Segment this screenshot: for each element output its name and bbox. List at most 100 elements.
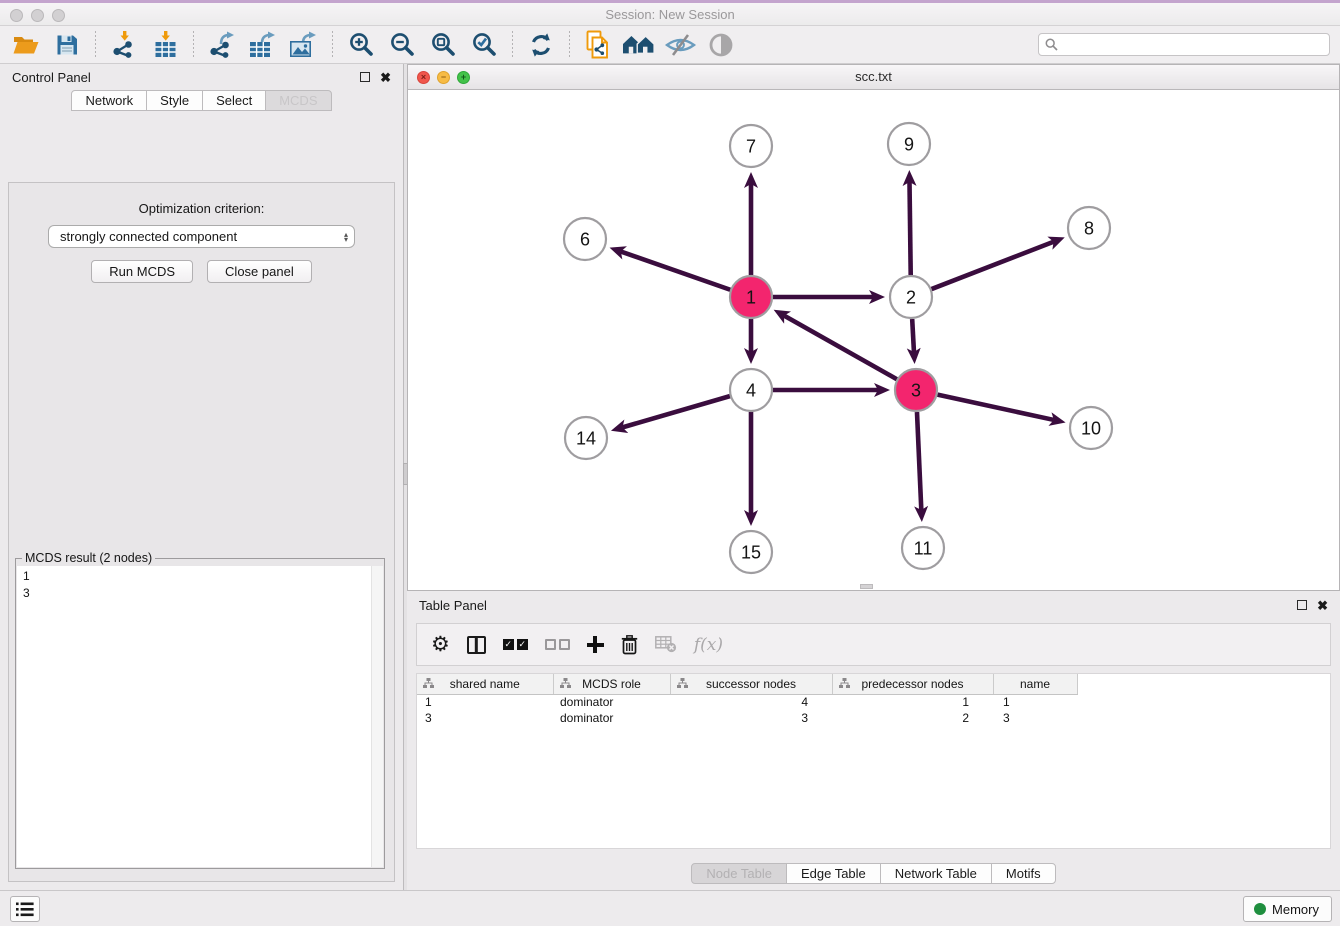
edge-2-3[interactable] <box>912 319 914 352</box>
edge-3-11[interactable] <box>917 412 921 510</box>
tab-select[interactable]: Select <box>202 90 266 111</box>
column-header-name[interactable]: name <box>993 674 1077 694</box>
network-window-titlebar[interactable]: × − + scc.txt <box>408 65 1339 90</box>
show-all-button[interactable] <box>705 29 737 61</box>
status-bar: Memory <box>0 890 1340 926</box>
tab-style[interactable]: Style <box>146 90 203 111</box>
edge-2-8[interactable] <box>932 242 1054 289</box>
svg-text:1: 1 <box>746 287 756 307</box>
import-network-button[interactable] <box>108 29 140 61</box>
column-header-mcds-role[interactable]: MCDS role <box>553 674 670 694</box>
show-columns-button[interactable] <box>467 630 486 660</box>
table-row[interactable]: 1dominator411 <box>417 694 1330 710</box>
criterion-dropdown[interactable]: strongly connected component ▴▾ <box>48 225 355 248</box>
column-header-predecessor-nodes[interactable]: predecessor nodes <box>832 674 993 694</box>
node-14[interactable]: 14 <box>565 417 607 459</box>
node-2[interactable]: 2 <box>890 276 932 318</box>
zoom-in-button[interactable] <box>345 29 377 61</box>
search-input[interactable] <box>1063 38 1323 52</box>
node-8[interactable]: 8 <box>1068 207 1110 249</box>
first-neighbors-button[interactable] <box>623 29 655 61</box>
node-7[interactable]: 7 <box>730 125 772 167</box>
add-row-button[interactable] <box>587 630 604 660</box>
float-panel-icon[interactable] <box>360 72 370 82</box>
import-table-button[interactable] <box>149 29 181 61</box>
float-table-panel-icon[interactable] <box>1297 600 1307 610</box>
node-1[interactable]: 1 <box>730 276 772 318</box>
export-table-icon <box>248 31 278 58</box>
tab-network[interactable]: Network <box>71 90 147 111</box>
zoom-fit-button[interactable] <box>427 29 459 61</box>
search-box[interactable] <box>1038 33 1330 56</box>
edge-3-10[interactable] <box>937 395 1053 420</box>
shared-column-icon <box>839 678 850 692</box>
column-header-successor-nodes[interactable]: successor nodes <box>670 674 832 694</box>
delete-column-button[interactable] <box>655 630 677 660</box>
result-scrollbar[interactable] <box>371 566 383 867</box>
export-table-button[interactable] <box>247 29 279 61</box>
control-panel: Control Panel ✖ Network Style Select MCD… <box>0 64 403 890</box>
column-header-shared-name[interactable]: shared name <box>417 674 553 694</box>
network-close-button[interactable]: × <box>417 71 430 84</box>
shared-column-icon <box>677 678 688 692</box>
list-icon <box>16 902 34 917</box>
edge-1-6[interactable] <box>621 252 730 290</box>
network-scroll-handle[interactable] <box>860 584 873 589</box>
fx-icon: f(x) <box>694 635 723 655</box>
open-session-button[interactable] <box>10 29 42 61</box>
deselect-all-button[interactable] <box>545 630 570 660</box>
edge-2-9[interactable] <box>909 182 910 275</box>
import-table-icon <box>152 31 179 58</box>
mcds-result-text: 1 3 <box>17 566 383 604</box>
close-table-panel-icon[interactable]: ✖ <box>1317 599 1328 612</box>
save-session-button[interactable] <box>51 29 83 61</box>
close-panel-icon[interactable]: ✖ <box>380 71 391 84</box>
window-zoom-button[interactable] <box>52 9 65 22</box>
window-minimize-button[interactable] <box>31 9 44 22</box>
network-canvas[interactable]: 7 9 6 8 1 2 4 3 14 10 15 11 <box>408 90 1339 590</box>
tab-mcds[interactable]: MCDS <box>265 90 331 111</box>
node-11[interactable]: 11 <box>902 527 944 569</box>
task-history-button[interactable] <box>10 896 40 922</box>
node-9[interactable]: 9 <box>888 123 930 165</box>
close-panel-button[interactable]: Close panel <box>207 260 312 283</box>
memory-button[interactable]: Memory <box>1243 896 1332 922</box>
window-close-button[interactable] <box>10 9 23 22</box>
export-image-icon <box>289 31 319 58</box>
tab-node-table[interactable]: Node Table <box>691 863 787 884</box>
zoom-out-button[interactable] <box>386 29 418 61</box>
network-zoom-button[interactable]: + <box>457 71 470 84</box>
node-15[interactable]: 15 <box>730 531 772 573</box>
tab-motifs[interactable]: Motifs <box>991 863 1056 884</box>
column-settings-button[interactable]: ⚙ <box>431 630 450 660</box>
refresh-icon <box>528 32 554 58</box>
export-network-button[interactable] <box>206 29 238 61</box>
run-mcds-button[interactable]: Run MCDS <box>91 260 193 283</box>
plus-icon <box>587 636 604 653</box>
edge-3-1[interactable] <box>784 316 897 380</box>
node-table-container: shared name MCDS role succ <box>416 673 1331 849</box>
apply-layout-button[interactable] <box>525 29 557 61</box>
svg-text:7: 7 <box>746 136 756 156</box>
tab-edge-table[interactable]: Edge Table <box>786 863 881 884</box>
clone-network-button[interactable] <box>582 29 614 61</box>
export-image-button[interactable] <box>288 29 320 61</box>
select-all-button[interactable]: ✓✓ <box>503 630 528 660</box>
node-10[interactable]: 10 <box>1070 407 1112 449</box>
table-panel-title: Table Panel <box>419 598 487 613</box>
memory-label: Memory <box>1272 902 1319 917</box>
zoom-selected-button[interactable] <box>468 29 500 61</box>
tab-network-table[interactable]: Network Table <box>880 863 992 884</box>
table-row[interactable]: 3dominator323 <box>417 710 1330 726</box>
node-4[interactable]: 4 <box>730 369 772 411</box>
network-minimize-button[interactable]: − <box>437 71 450 84</box>
delete-row-button[interactable] <box>621 630 638 660</box>
node-3[interactable]: 3 <box>895 369 937 411</box>
control-panel-tabs: Network Style Select MCDS <box>0 90 403 111</box>
hide-selected-button[interactable] <box>664 29 696 61</box>
mcds-result-box: MCDS result (2 nodes) 1 3 <box>15 558 385 869</box>
function-builder-button[interactable]: f(x) <box>694 630 723 660</box>
zoom-in-icon <box>348 31 375 58</box>
node-6[interactable]: 6 <box>564 218 606 260</box>
edge-4-14[interactable] <box>622 396 729 427</box>
